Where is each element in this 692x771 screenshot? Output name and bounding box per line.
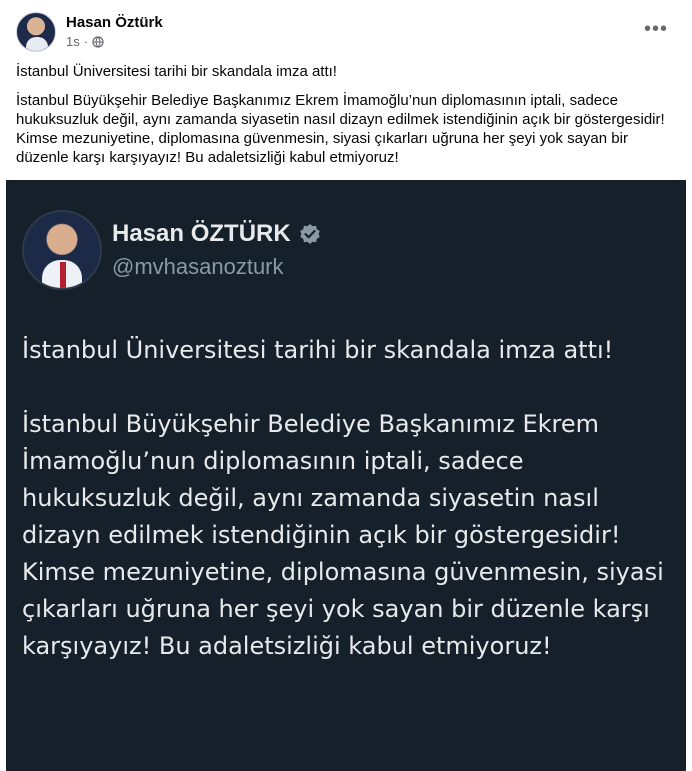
tweet-author-name: Hasan ÖZTÜRK (112, 220, 291, 247)
post-meta: 1s · (66, 34, 104, 49)
more-options-icon[interactable]: ••• (644, 18, 668, 41)
post-header: Hasan Öztürk 1s · ••• (16, 12, 676, 56)
author-avatar[interactable] (16, 12, 56, 52)
tweet-author-row: Hasan ÖZTÜRK (112, 220, 321, 248)
post-paragraph-1: İstanbul Üniversitesi tarihi bir skandal… (16, 63, 337, 80)
post-paragraph-2: İstanbul Büyükşehir Belediye Başkanımız … (16, 92, 665, 166)
author-name[interactable]: Hasan Öztürk (66, 14, 163, 31)
globe-icon (92, 35, 104, 48)
tweet-author-avatar (22, 210, 102, 290)
tweet-author-handle: @mvhasanozturk (112, 254, 284, 279)
verified-badge-icon (299, 224, 320, 244)
tweet-body: İstanbul Üniversitesi tarihi bir skandal… (22, 332, 672, 665)
tweet-paragraph-1: İstanbul Üniversitesi tarihi bir skandal… (22, 336, 614, 364)
post-time[interactable]: 1s (66, 34, 80, 49)
tweet-paragraph-2: İstanbul Büyükşehir Belediye Başkanımız … (22, 410, 664, 660)
post-body: İstanbul Üniversitesi tarihi bir skandal… (16, 62, 680, 177)
tweet-screenshot-image[interactable]: Hasan ÖZTÜRK @mvhasanozturk İstanbul Üni… (6, 180, 686, 771)
